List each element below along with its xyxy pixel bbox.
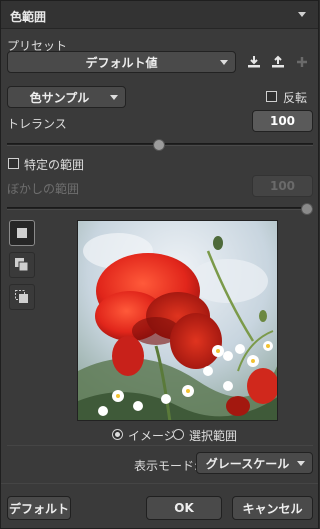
default-button-label: デフォルト [8, 501, 69, 516]
invert-label: 反転 [283, 91, 308, 105]
blur-range-slider-track[interactable] [7, 207, 313, 210]
tolerance-slider-thumb[interactable] [153, 139, 165, 151]
panel-header[interactable]: 色範囲 [1, 1, 318, 29]
specific-range-checkbox[interactable] [8, 158, 19, 169]
panel-menu-caret-icon[interactable] [298, 12, 306, 17]
display-mode-value: グレースケール [205, 456, 290, 471]
color-sample-value: 色サンプル [29, 90, 90, 105]
blur-range-label: ぼかしの範囲 [7, 182, 80, 196]
blur-range-value: 100 [269, 179, 296, 193]
preview-image [77, 220, 278, 421]
invert-checkbox[interactable] [266, 91, 277, 102]
preset-value: デフォルト値 [85, 55, 158, 70]
upload-icon[interactable] [270, 54, 286, 70]
color-range-panel: 色範囲 プリセット デフォルト値 色サンプル 反転 トレランス 100 特定の範… [0, 0, 319, 529]
cancel-button-label: キャンセル [242, 501, 303, 516]
tolerance-input[interactable]: 100 [252, 110, 313, 132]
chevron-down-icon [297, 461, 305, 466]
default-button[interactable]: デフォルト [7, 496, 71, 520]
panel-title: 色範囲 [10, 10, 47, 24]
divider [1, 483, 318, 484]
image-radio[interactable] [112, 429, 123, 440]
cancel-button[interactable]: キャンセル [232, 496, 313, 520]
selection-radio-label: 選択範囲 [189, 429, 238, 443]
image-radio-label: イメージ [128, 429, 176, 443]
tolerance-value: 100 [269, 114, 296, 128]
add-selection-icon [15, 258, 29, 272]
chevron-down-icon [220, 60, 228, 65]
specific-range-label: 特定の範囲 [24, 158, 85, 172]
new-selection-icon [17, 228, 27, 238]
ok-button[interactable]: OK [146, 496, 222, 520]
add-to-selection-button[interactable] [9, 252, 35, 278]
display-mode-dropdown[interactable]: グレースケール [196, 452, 313, 474]
blur-range-slider-thumb[interactable] [301, 203, 313, 215]
new-selection-button[interactable] [9, 220, 35, 246]
tolerance-label: トレランス [7, 117, 67, 131]
ok-button-label: OK [174, 501, 194, 515]
add-icon[interactable] [294, 54, 310, 70]
display-mode-label: 表示モード: [134, 459, 199, 473]
subtract-from-selection-button[interactable] [9, 284, 35, 310]
preset-dropdown[interactable]: デフォルト値 [7, 51, 236, 73]
radio-selected-dot [115, 432, 120, 437]
chevron-down-icon [110, 95, 118, 100]
blur-range-input[interactable]: 100 [252, 175, 313, 197]
download-icon[interactable] [246, 54, 262, 70]
color-sample-dropdown[interactable]: 色サンプル [7, 86, 126, 108]
divider [7, 445, 313, 446]
selection-radio[interactable] [173, 429, 184, 440]
subtract-selection-icon [15, 290, 28, 303]
